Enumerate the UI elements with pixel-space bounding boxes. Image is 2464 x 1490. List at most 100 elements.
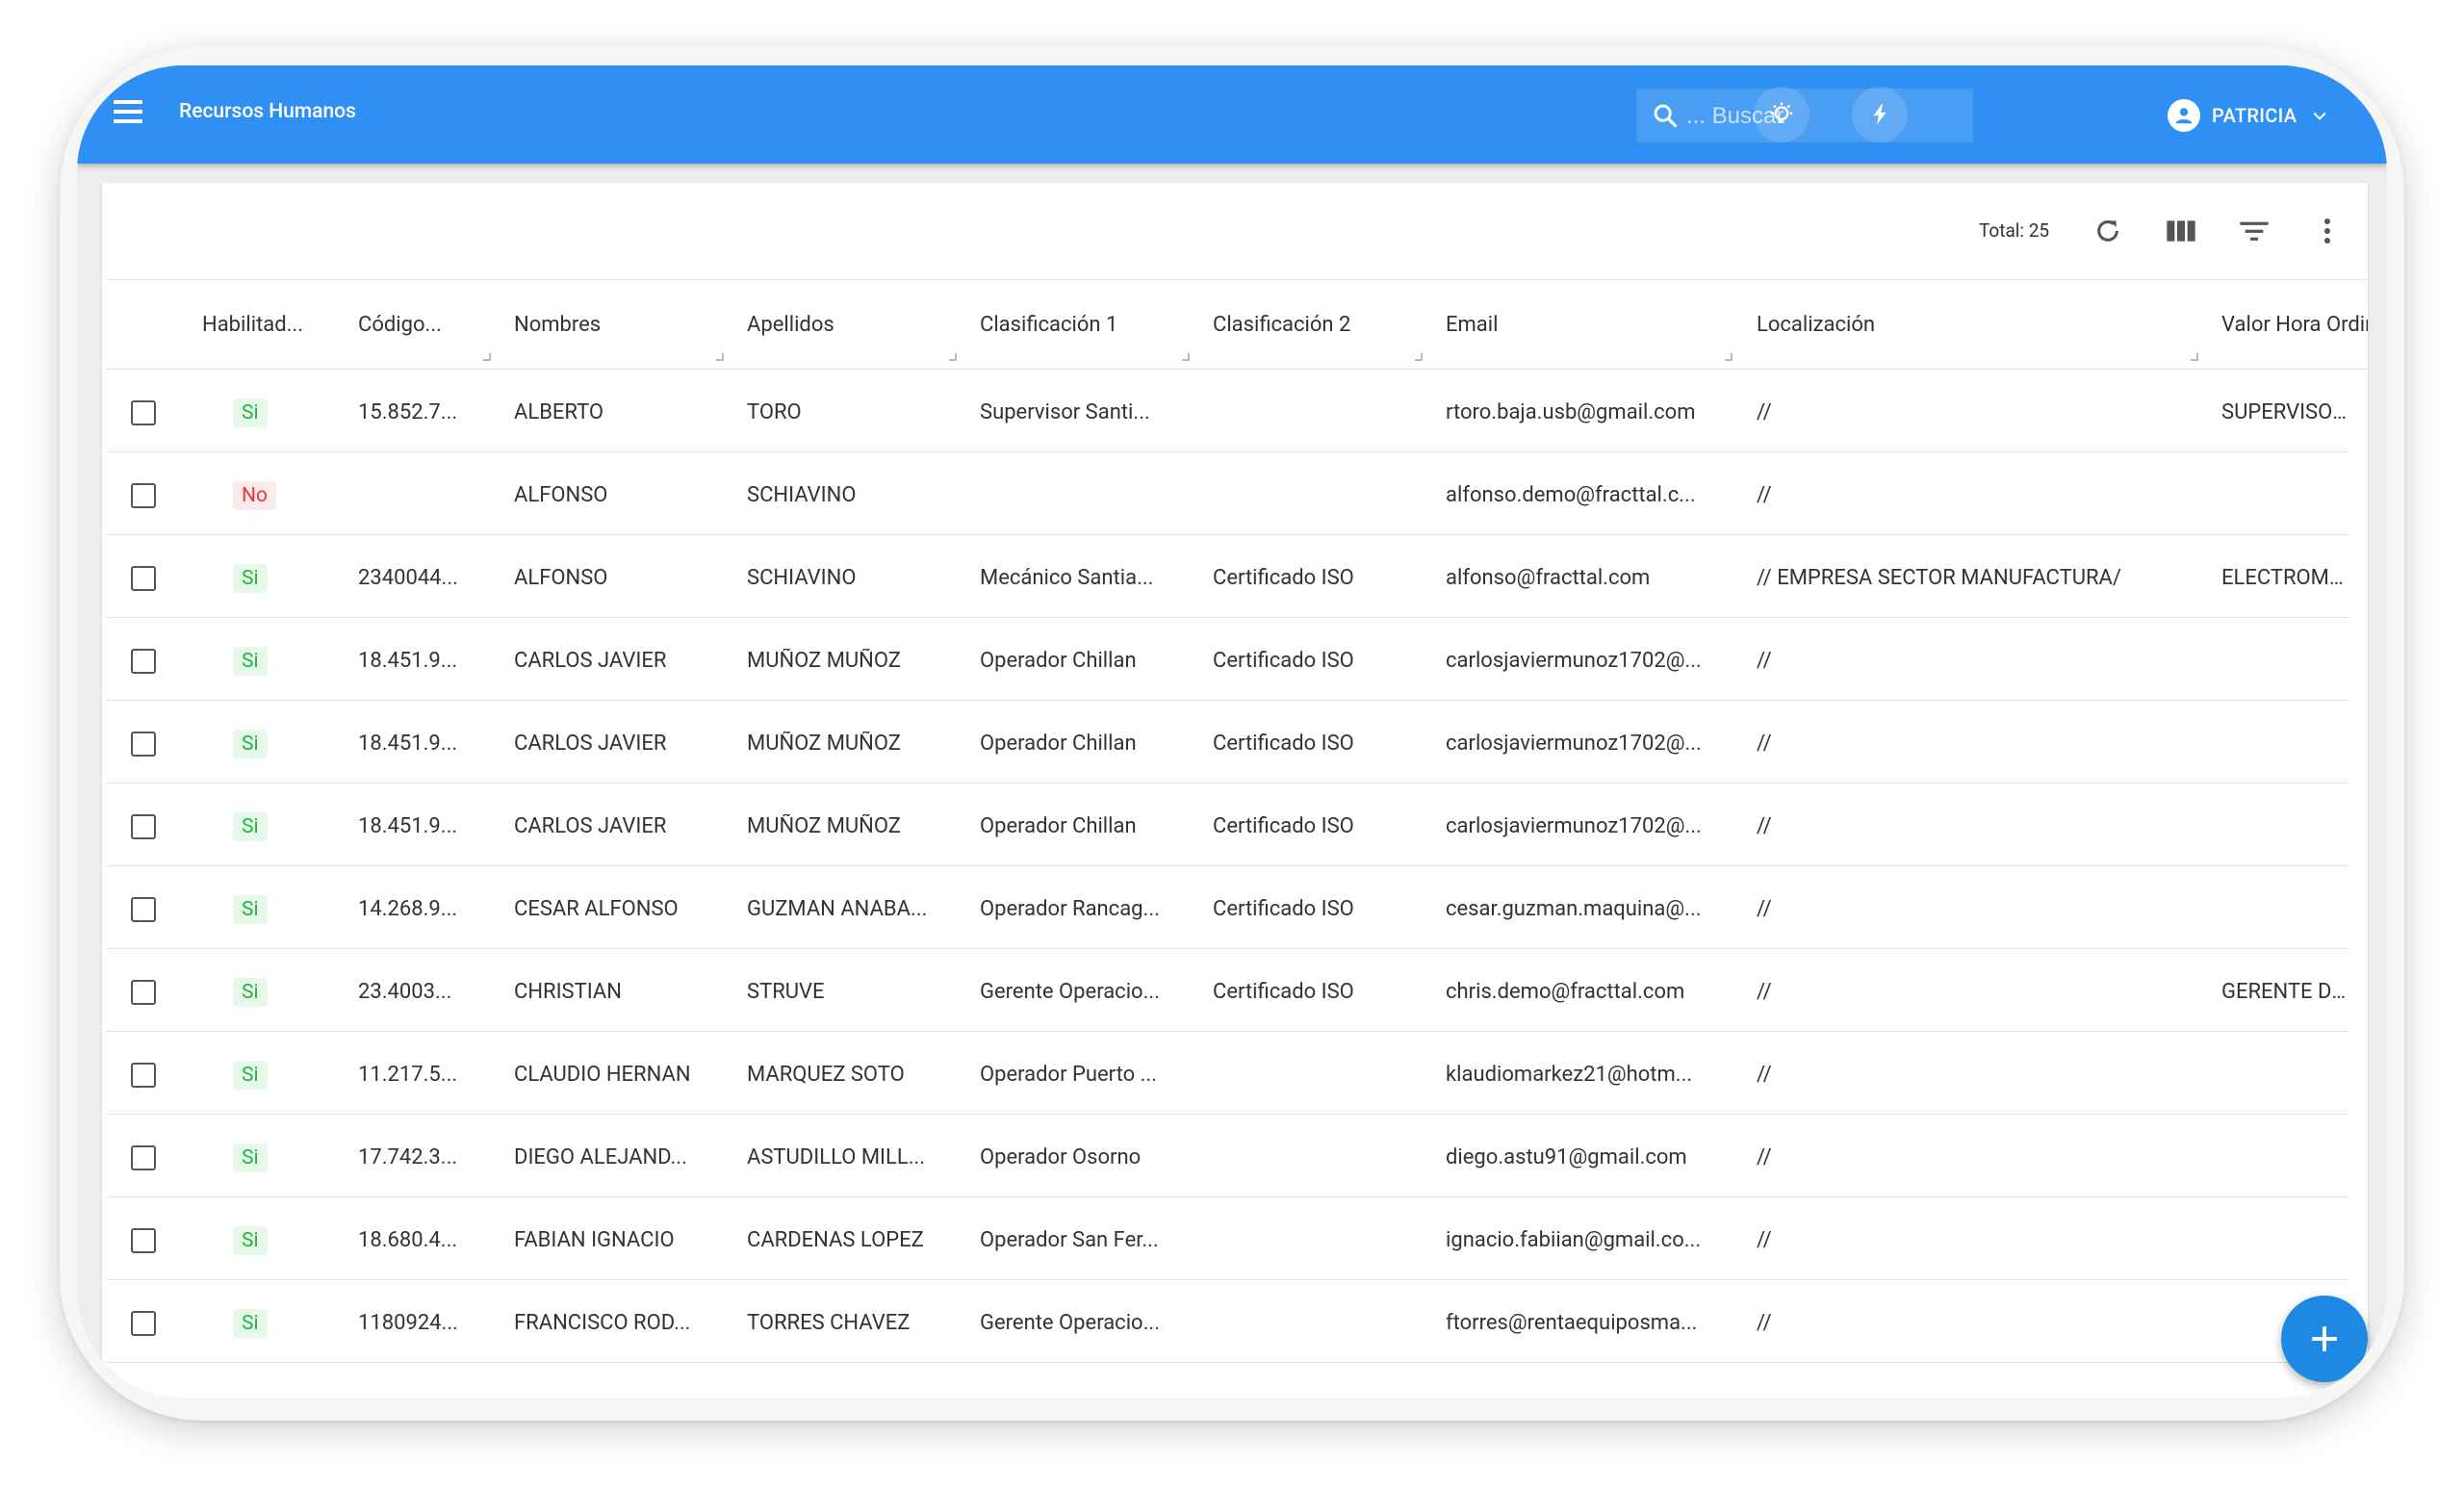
cell-codigo: 23.4003... <box>358 980 452 1004</box>
columns-button[interactable] <box>2160 210 2202 252</box>
menu-icon[interactable] <box>114 100 142 123</box>
row-checkbox[interactable] <box>131 649 156 674</box>
cell-clasificacion-1: Gerente Operacio... <box>980 1311 1160 1335</box>
cell-nombres: CESAR ALFONSO <box>514 897 679 921</box>
cell-nombres: DIEGO ALEJAND... <box>514 1145 687 1169</box>
column-header-nombres[interactable]: Nombres <box>514 313 706 337</box>
status-badge: Si <box>233 564 268 593</box>
table-row[interactable]: Si 18.451.9... CARLOS JAVIER MUÑOZ MUÑOZ Ope… <box>106 784 2348 866</box>
cell-email: diego.astu91@gmail.com <box>1446 1145 1687 1169</box>
refresh-button[interactable] <box>2087 210 2129 252</box>
columns-icon <box>2167 220 2195 242</box>
table-row[interactable]: Si 18.451.9... CARLOS JAVIER MUÑOZ MUÑOZ Ope… <box>106 701 2348 784</box>
chevron-down-icon <box>2313 112 2326 120</box>
search-icon <box>1654 104 1678 128</box>
table-row[interactable]: Si 23.4003... CHRISTIAN STRUVE Gerente Opera… <box>106 949 2348 1032</box>
cell-localizacion: // <box>1757 897 1772 921</box>
user-menu[interactable]: PATRICIA <box>2168 98 2329 133</box>
row-checkbox[interactable] <box>131 897 156 922</box>
table-header: Habilitad... Código... Nombres Apellidos… <box>106 279 2368 370</box>
row-checkbox[interactable] <box>131 483 156 508</box>
column-resize-handle[interactable] <box>483 353 491 361</box>
column-resize-handle[interactable] <box>1725 353 1732 361</box>
cell-email: alfonso.demo@fracttal.c... <box>1446 483 1696 507</box>
table-row[interactable]: Si 14.268.9... CESAR ALFONSO GUZMAN ANABA..… <box>106 866 2348 949</box>
cell-clasificacion-1: Supervisor Santi... <box>980 400 1150 424</box>
search-input[interactable] <box>1684 98 1958 135</box>
table-row[interactable]: No ALFONSO SCHIAVINO alfonso.demo@fracttal.… <box>106 452 2348 535</box>
cell-codigo: 18.451.9... <box>358 649 458 673</box>
row-checkbox[interactable] <box>131 1063 156 1088</box>
refresh-icon <box>2097 220 2118 242</box>
table-row[interactable]: Si 15.852.7... ALBERTO TORO Supervisor Santi… <box>106 370 2348 452</box>
cell-localizacion: // <box>1757 732 1772 756</box>
status-badge: Si <box>233 730 268 758</box>
row-checkbox[interactable] <box>131 566 156 591</box>
cell-clasificacion-2: Certificado ISO <box>1213 649 1354 673</box>
column-header-valor-hora[interactable]: Valor Hora Ordinari <box>2221 313 2368 337</box>
cell-localizacion: // <box>1757 1145 1772 1169</box>
status-badge: Si <box>233 1309 268 1338</box>
table-row[interactable]: Si 18.451.9... CARLOS JAVIER MUÑOZ MUÑOZ Ope… <box>106 618 2348 701</box>
cell-nombres: ALFONSO <box>514 566 608 590</box>
column-resize-handle[interactable] <box>2191 353 2198 361</box>
cell-localizacion: // EMPRESA SECTOR MANUFACTURA/ <box>1757 566 2121 590</box>
column-resize-handle[interactable] <box>949 353 957 361</box>
cell-apellidos: STRUVE <box>747 980 825 1004</box>
total-count: Total: 25 <box>1979 219 2050 242</box>
column-header-habilitado[interactable]: Habilitad... <box>202 313 308 337</box>
cell-codigo: 14.268.9... <box>358 897 458 921</box>
cell-clasificacion-2: Certificado ISO <box>1213 814 1354 838</box>
add-button[interactable] <box>2281 1296 2368 1382</box>
column-header-codigo[interactable]: Código... <box>358 313 464 337</box>
status-badge: Si <box>233 647 268 676</box>
cell-clasificacion-1: Operador Rancag... <box>980 897 1160 921</box>
cell-email: klaudiomarkez21@hotm... <box>1446 1063 1693 1087</box>
cell-nombres: CLAUDIO HERNAN <box>514 1063 691 1087</box>
table-row[interactable] <box>106 1363 2348 1398</box>
cell-email: carlosjaviermunoz1702@... <box>1446 814 1702 838</box>
column-resize-handle[interactable] <box>716 353 724 361</box>
cell-apellidos: MUÑOZ MUÑOZ <box>747 732 901 756</box>
row-checkbox[interactable] <box>131 980 156 1005</box>
table-row[interactable]: Si 17.742.3... DIEGO ALEJAND... ASTUDILLO M… <box>106 1115 2348 1197</box>
column-header-clasificacion-1[interactable]: Clasificación 1 <box>980 313 1172 337</box>
cell-localizacion: // <box>1757 814 1772 838</box>
cell-codigo: 18.680.4... <box>358 1228 458 1252</box>
cell-clasificacion-1: Operador Chillan <box>980 814 1137 838</box>
column-header-clasificacion-2[interactable]: Clasificación 2 <box>1213 313 1405 337</box>
quick-actions-button[interactable] <box>1852 87 1908 142</box>
row-checkbox[interactable] <box>131 1228 156 1253</box>
column-header-localizacion[interactable]: Localización <box>1757 313 2180 337</box>
table-row[interactable]: Si 1180924... FRANCISCO ROD... TORRES CHAVE… <box>106 1280 2348 1363</box>
column-header-email[interactable]: Email <box>1446 313 1715 337</box>
table-row[interactable]: Si 18.680.4... FABIAN IGNACIO CARDENAS LOPE… <box>106 1197 2348 1280</box>
table-row[interactable]: Si 2340044... ALFONSO SCHIAVINO Mecánico San… <box>106 535 2348 618</box>
cell-nombres: ALFONSO <box>514 483 608 507</box>
row-checkbox[interactable] <box>131 1394 156 1398</box>
column-header-apellidos[interactable]: Apellidos <box>747 313 939 337</box>
row-checkbox[interactable] <box>131 814 156 839</box>
cell-localizacion: // <box>1757 649 1772 673</box>
more-options-button[interactable] <box>2306 210 2348 252</box>
cell-codigo: 2340044... <box>358 566 458 590</box>
filter-button[interactable] <box>2233 210 2275 252</box>
row-checkbox[interactable] <box>131 732 156 757</box>
data-grid: Habilitad... Código... Nombres Apellidos… <box>106 279 2368 1398</box>
row-checkbox[interactable] <box>131 1145 156 1170</box>
column-resize-handle[interactable] <box>1182 353 1190 361</box>
cell-apellidos: MUÑOZ MUÑOZ <box>747 814 901 838</box>
status-badge: Si <box>233 398 268 427</box>
row-checkbox[interactable] <box>131 1311 156 1336</box>
cell-localizacion: // <box>1757 1228 1772 1252</box>
status-badge: Si <box>233 895 268 924</box>
cell-valor-hora: GERENTE DE OPE <box>2221 980 2348 1004</box>
theme-button[interactable] <box>1754 87 1810 142</box>
column-resize-handle[interactable] <box>1415 353 1423 361</box>
row-checkbox[interactable] <box>131 400 156 425</box>
status-badge: Si <box>233 1226 268 1255</box>
status-badge: Si <box>233 1061 268 1090</box>
table-row[interactable]: Si 11.217.5... CLAUDIO HERNAN MARQUEZ SOTO O… <box>106 1032 2348 1115</box>
cell-email: alfonso@fracttal.com <box>1446 566 1651 590</box>
cell-clasificacion-2: Certificado ISO <box>1213 897 1354 921</box>
